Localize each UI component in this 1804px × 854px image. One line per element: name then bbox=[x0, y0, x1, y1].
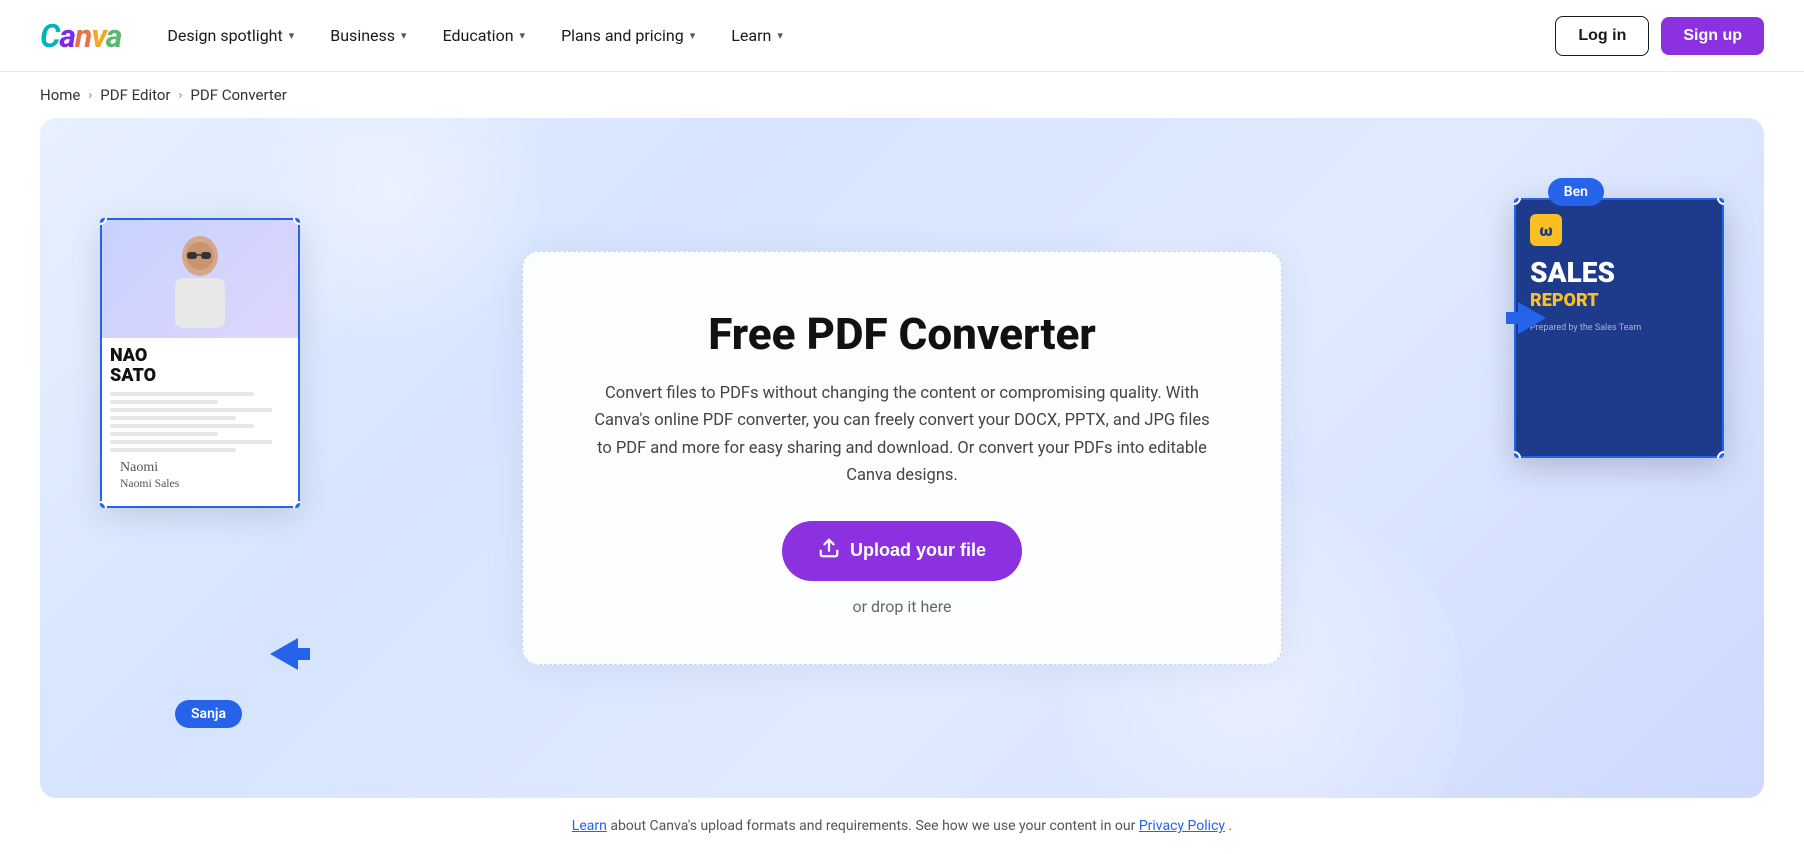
doc-lines bbox=[110, 392, 290, 452]
handle-bl-right bbox=[1514, 451, 1521, 458]
doc-right-footer: Prepared by the Sales Team bbox=[1530, 323, 1708, 333]
arrow-left bbox=[270, 634, 310, 678]
nav-item-learn[interactable]: Learn ▾ bbox=[717, 18, 797, 53]
handle-br-right bbox=[1717, 451, 1724, 458]
ben-badge: Ben bbox=[1548, 178, 1604, 206]
doc-line bbox=[110, 440, 272, 444]
doc-signature: NaomiNaomi Sales bbox=[110, 460, 290, 500]
doc-line bbox=[110, 400, 218, 404]
doc-right-title: SALES bbox=[1530, 258, 1708, 289]
nav-item-education[interactable]: Education ▾ bbox=[429, 18, 539, 53]
breadcrumb: Home › PDF Editor › PDF Converter bbox=[0, 72, 1804, 118]
footer-text-end: . bbox=[1229, 818, 1233, 834]
logo-text: Canva bbox=[40, 17, 121, 55]
doc-line bbox=[110, 408, 272, 412]
doc-line bbox=[110, 448, 236, 452]
navbar-right: Log in Sign up bbox=[1555, 16, 1764, 56]
footer-note: Learn about Canva's upload formats and r… bbox=[0, 798, 1804, 854]
doc-line bbox=[110, 432, 218, 436]
breadcrumb-separator-2: › bbox=[179, 88, 183, 103]
chevron-down-icon: ▾ bbox=[401, 29, 407, 42]
doc-right-subtitle: REPORT bbox=[1530, 291, 1708, 311]
breadcrumb-home[interactable]: Home bbox=[40, 86, 80, 104]
doc-logo: ω bbox=[1530, 214, 1562, 246]
upload-icon bbox=[818, 537, 840, 565]
upload-button[interactable]: Upload your file bbox=[782, 521, 1022, 581]
breadcrumb-current: PDF Converter bbox=[190, 86, 286, 104]
logo[interactable]: Canva bbox=[40, 17, 121, 55]
doc-text-area: NAO SATO NaomiNaomi Sales bbox=[100, 338, 300, 508]
person-illustration bbox=[165, 228, 235, 328]
nav-items: Design spotlight ▾ Business ▾ Education … bbox=[153, 18, 796, 53]
chevron-down-icon: ▾ bbox=[777, 29, 783, 42]
breadcrumb-separator: › bbox=[88, 88, 92, 103]
arrow-right bbox=[1506, 298, 1546, 342]
hero-section: NAO SATO NaomiNaomi Sales Sanja Free PDF bbox=[40, 118, 1764, 798]
sanja-badge: Sanja bbox=[175, 700, 242, 728]
hero-description: Convert files to PDFs without changing t… bbox=[592, 380, 1212, 489]
doc-line bbox=[110, 416, 236, 420]
left-document-mockup: NAO SATO NaomiNaomi Sales bbox=[100, 218, 300, 508]
nav-item-plans-pricing[interactable]: Plans and pricing ▾ bbox=[547, 18, 709, 53]
doc-title: NAO SATO bbox=[110, 346, 290, 386]
learn-link[interactable]: Learn bbox=[572, 818, 607, 834]
drop-text: or drop it here bbox=[583, 597, 1221, 616]
nav-item-design-spotlight[interactable]: Design spotlight ▾ bbox=[153, 18, 308, 53]
navbar-left: Canva Design spotlight ▾ Business ▾ Educ… bbox=[40, 17, 797, 55]
doc-line bbox=[110, 392, 254, 396]
upload-card: Free PDF Converter Convert files to PDFs… bbox=[522, 251, 1282, 665]
chevron-down-icon: ▾ bbox=[289, 29, 295, 42]
nav-item-business[interactable]: Business ▾ bbox=[316, 18, 420, 53]
signup-button[interactable]: Sign up bbox=[1661, 17, 1764, 55]
footer-text-middle: about Canva's upload formats and require… bbox=[610, 818, 1139, 834]
doc-line bbox=[110, 424, 254, 428]
privacy-policy-link[interactable]: Privacy Policy bbox=[1139, 818, 1225, 834]
page-title: Free PDF Converter bbox=[583, 308, 1221, 360]
doc-image bbox=[100, 218, 300, 338]
chevron-down-icon: ▾ bbox=[520, 29, 526, 42]
chevron-down-icon: ▾ bbox=[690, 29, 696, 42]
navbar: Canva Design spotlight ▾ Business ▾ Educ… bbox=[0, 0, 1804, 72]
breadcrumb-pdf-editor[interactable]: PDF Editor bbox=[100, 86, 170, 104]
login-button[interactable]: Log in bbox=[1555, 16, 1649, 56]
